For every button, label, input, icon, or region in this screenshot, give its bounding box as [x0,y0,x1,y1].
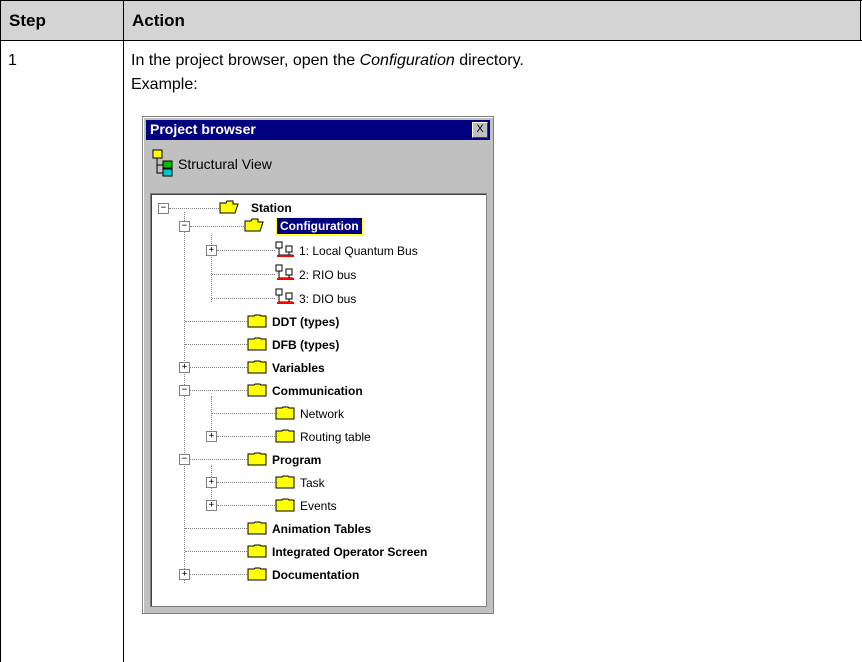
header-step-label: Step [9,11,46,30]
tree-item-events[interactable]: Events [300,499,337,513]
connector [185,321,247,322]
tree-view: − Station − Configuration + 1: Local Qua… [150,193,487,607]
table-border-top [0,0,862,1]
table-column-divider [123,0,124,662]
tree-item-dfb[interactable]: DFB (types) [272,338,339,352]
tree-item-bus3[interactable]: 3: DIO bus [299,292,356,306]
connector [190,459,247,460]
tree-item-operator-screen[interactable]: Integrated Operator Screen [272,545,427,559]
connector [190,367,247,368]
structural-view-icon [152,149,173,177]
example-label: Example: [131,76,198,93]
window-titlebar[interactable]: Project browser X [146,120,490,140]
table-border-left [0,0,1,662]
collapse-station[interactable]: − [158,203,169,214]
collapse-program[interactable]: − [179,454,190,465]
step-instruction: In the project browser, open the Configu… [131,52,524,70]
tree-item-variables[interactable]: Variables [272,361,325,375]
instruction-italic: Configuration [359,52,455,69]
folder-icon [247,567,267,581]
expand-task[interactable]: + [206,477,217,488]
connector [190,574,247,575]
window-title: Project browser [150,121,256,137]
connector [169,208,219,209]
expand-routing[interactable]: + [206,431,217,442]
folder-icon [275,475,295,489]
tree-item-task[interactable]: Task [300,476,325,490]
header-action: Action [124,0,861,40]
tree-item-communication[interactable]: Communication [272,384,363,398]
folder-icon [247,521,267,535]
connector [212,274,275,275]
folder-icon [247,452,267,466]
folder-open-icon [219,200,239,214]
view-selector[interactable]: Structural View [146,143,490,183]
bus-icon [275,264,294,280]
tree-item-routing[interactable]: Routing table [300,430,371,444]
collapse-configuration[interactable]: − [179,221,190,232]
connector [217,436,275,437]
folder-icon [247,314,267,328]
expand-events[interactable]: + [206,500,217,511]
collapse-communication[interactable]: − [179,385,190,396]
tree-item-ddt[interactable]: DDT (types) [272,315,339,329]
tree-item-bus1[interactable]: 1: Local Quantum Bus [299,244,418,258]
connector [212,413,275,414]
tree-item-configuration[interactable]: Configuration [276,217,363,235]
close-button[interactable]: X [472,122,488,138]
tree-item-bus2[interactable]: 2: RIO bus [299,268,356,282]
connector [190,390,247,391]
folder-icon [247,360,267,374]
connector [217,482,275,483]
table-header-divider [0,40,862,41]
folder-icon [275,498,295,512]
expand-documentation[interactable]: + [179,569,190,580]
tree-item-station[interactable]: Station [251,201,292,215]
connector [212,298,275,299]
folder-icon [275,429,295,443]
tree-item-documentation[interactable]: Documentation [272,568,359,582]
bus-icon [275,241,294,257]
connector [217,250,275,251]
connector [185,344,247,345]
instruction-text: In the project browser, open the [131,52,360,69]
folder-icon [247,383,267,397]
folder-icon [247,337,267,351]
tree-item-network[interactable]: Network [300,407,344,421]
tree-item-animation[interactable]: Animation Tables [272,522,371,536]
connector [217,505,275,506]
expand-variables[interactable]: + [179,362,190,373]
step-number: 1 [8,52,17,69]
folder-icon [247,544,267,558]
header-step: Step [0,0,125,40]
project-browser-window: Project browser X Structural View − Stat… [142,116,494,614]
expand-bus1[interactable]: + [206,245,217,256]
table-border-right [860,0,861,41]
folder-open-icon [244,218,264,232]
connector [190,226,244,227]
bus-icon [275,288,294,304]
folder-icon [275,406,295,420]
connector [185,551,247,552]
instruction-text-end: directory. [454,52,524,69]
tree-item-program[interactable]: Program [272,453,321,467]
view-label: Structural View [178,156,272,172]
header-action-label: Action [132,11,185,30]
connector [185,528,247,529]
